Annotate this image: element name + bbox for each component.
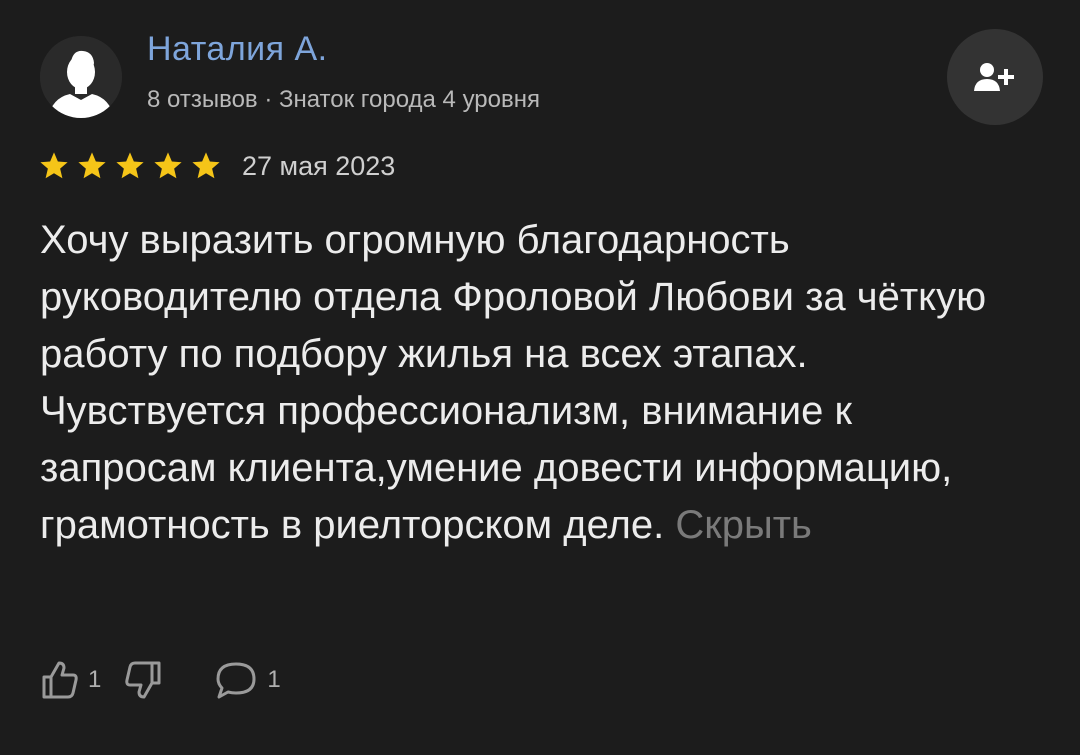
star-icon	[78, 152, 106, 179]
review-body: Хочу выразить огромную благодарность рук…	[40, 218, 987, 547]
thumbs-up-icon	[42, 661, 78, 699]
star-icon	[116, 152, 144, 179]
subscribe-button[interactable]	[947, 29, 1043, 125]
author-meta: 8 отзывов · Знаток города 4 уровня	[147, 86, 540, 113]
review-date: 27 мая 2023	[242, 150, 396, 181]
thumbs-down-icon	[125, 661, 161, 699]
like-count: 1	[88, 666, 102, 693]
star-icon	[154, 152, 182, 179]
add-user-icon	[974, 63, 1014, 91]
star-icon	[192, 152, 220, 179]
review-actions: 1 1	[40, 652, 281, 708]
star-rating	[38, 150, 222, 182]
avatar[interactable]	[40, 36, 122, 118]
comment-count: 1	[267, 666, 281, 693]
comment-button[interactable]: 1	[213, 659, 281, 701]
comment-bubble-icon	[216, 662, 256, 699]
review-card: Наталия А. 8 отзывов · Знаток города 4 у…	[0, 0, 1080, 755]
author-name[interactable]: Наталия А.	[147, 30, 328, 69]
star-icon	[40, 152, 68, 179]
collapse-link[interactable]: Скрыть	[675, 503, 812, 547]
like-button[interactable]: 1	[40, 659, 101, 701]
dislike-button[interactable]	[123, 659, 163, 701]
rating-row: 27 мая 2023	[38, 146, 395, 186]
user-silhouette-icon	[40, 36, 122, 118]
review-text: Хочу выразить огромную благодарность рук…	[40, 212, 1030, 554]
